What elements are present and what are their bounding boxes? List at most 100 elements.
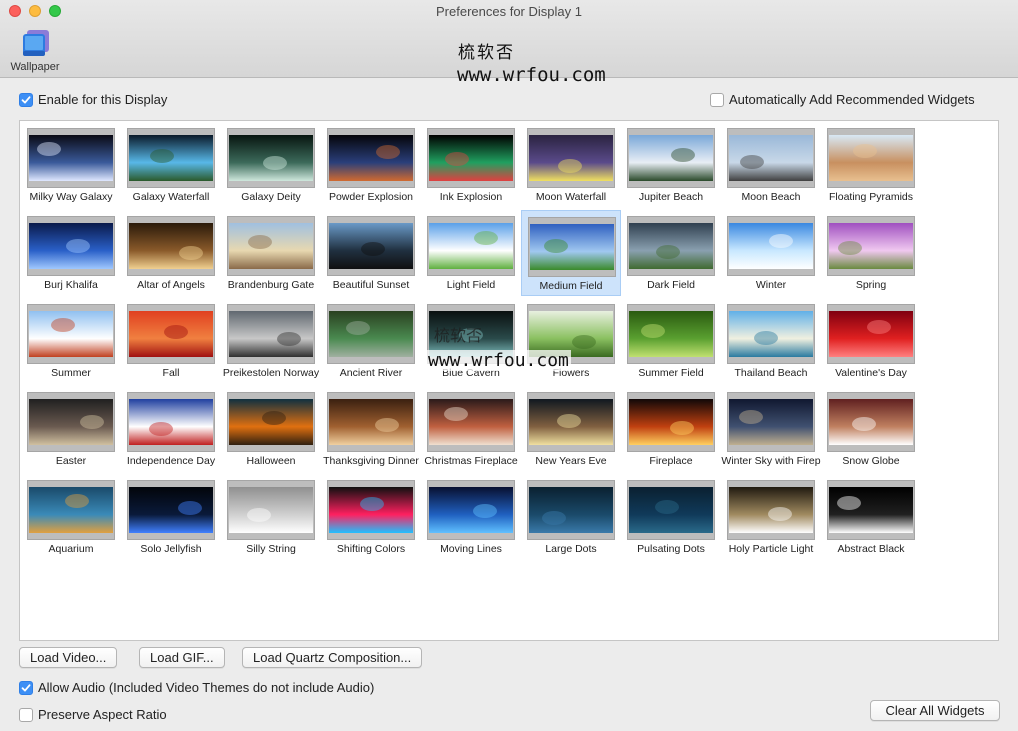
toolbar-wallpaper-tab[interactable]: Wallpaper bbox=[6, 26, 64, 74]
wallpaper-tile-label: New Years Eve bbox=[535, 455, 607, 467]
wallpaper-tile[interactable]: Fall bbox=[121, 298, 221, 384]
preserve-aspect-checkbox[interactable] bbox=[19, 707, 33, 722]
wallpaper-tile[interactable]: Valentine's Day bbox=[821, 298, 921, 384]
wallpaper-tile-label: Ink Explosion bbox=[439, 191, 503, 203]
wallpaper-tile[interactable]: Preikestolen Norway bbox=[221, 298, 321, 384]
wallpaper-thumbnail bbox=[227, 216, 315, 276]
wallpaper-tile[interactable]: Winter bbox=[721, 210, 821, 296]
wallpaper-thumbnail bbox=[127, 392, 215, 452]
wallpaper-thumbnail bbox=[227, 128, 315, 188]
clear-all-widgets-button[interactable]: Clear All Widgets bbox=[870, 700, 1000, 721]
wallpaper-tile[interactable]: Solo Jellyfish bbox=[121, 474, 221, 560]
wallpaper-tile[interactable]: Moving Lines bbox=[421, 474, 521, 560]
wallpaper-gallery: Milky Way Galaxy Galaxy Waterfall Galaxy D… bbox=[19, 120, 999, 641]
wallpaper-tile[interactable]: Dark Field bbox=[621, 210, 721, 296]
wallpaper-tile-label: Galaxy Deity bbox=[241, 191, 301, 203]
wallpaper-tile[interactable]: Snow Globe bbox=[821, 386, 921, 472]
allow-audio-checkbox-row[interactable]: Allow Audio (Included Video Themes do no… bbox=[19, 680, 374, 695]
wallpaper-thumbnail bbox=[127, 304, 215, 364]
wallpaper-tile[interactable]: Thailand Beach bbox=[721, 298, 821, 384]
wallpaper-tile[interactable]: Shifting Colors bbox=[321, 474, 421, 560]
thumbnail-image bbox=[229, 223, 313, 269]
wallpaper-thumbnail bbox=[827, 128, 915, 188]
wallpaper-thumbnail bbox=[27, 480, 115, 540]
wallpaper-tile[interactable]: Medium Field bbox=[521, 210, 621, 296]
wallpaper-tile[interactable]: Summer bbox=[21, 298, 121, 384]
wallpaper-tile-label: Powder Explosion bbox=[328, 191, 414, 203]
preserve-aspect-checkbox-row[interactable]: Preserve Aspect Ratio bbox=[19, 707, 167, 722]
wallpaper-thumbnail bbox=[327, 304, 415, 364]
load-video-button[interactable]: Load Video... bbox=[19, 647, 118, 668]
wallpaper-tile[interactable]: Beautiful Sunset bbox=[321, 210, 421, 296]
auto-widgets-checkbox[interactable] bbox=[710, 92, 724, 107]
wallpaper-tile[interactable]: Jupiter Beach bbox=[621, 122, 721, 208]
wallpaper-tile-label: Christmas Fireplace bbox=[424, 455, 518, 467]
wallpaper-tile-label: Pulsating Dots bbox=[637, 543, 705, 555]
thumbnail-image bbox=[329, 223, 413, 269]
wallpaper-tile-label: Abstract Black bbox=[837, 543, 905, 555]
thumbnail-image bbox=[429, 487, 513, 533]
wallpaper-tile[interactable]: Winter Sky with Firep bbox=[721, 386, 821, 472]
enable-display-checkbox-row[interactable]: Enable for this Display bbox=[19, 92, 167, 107]
wallpaper-tile[interactable]: Ancient River bbox=[321, 298, 421, 384]
wallpaper-tile[interactable]: Pulsating Dots bbox=[621, 474, 721, 560]
wallpaper-tile[interactable]: Halloween bbox=[221, 386, 321, 472]
wallpaper-tile[interactable]: Holy Particle Light bbox=[721, 474, 821, 560]
wallpaper-tile[interactable]: New Years Eve bbox=[521, 386, 621, 472]
wallpaper-tile-label: Ancient River bbox=[339, 367, 403, 379]
wallpaper-tile[interactable]: Altar of Angels bbox=[121, 210, 221, 296]
auto-widgets-checkbox-row[interactable]: Automatically Add Recommended Widgets bbox=[710, 92, 975, 107]
wallpaper-tile[interactable]: Easter bbox=[21, 386, 121, 472]
thumbnail-image bbox=[829, 487, 913, 533]
wallpaper-tile[interactable]: Spring bbox=[821, 210, 921, 296]
allow-audio-checkbox[interactable] bbox=[19, 680, 33, 695]
checkmark-icon bbox=[21, 683, 31, 691]
wallpaper-tile[interactable]: Abstract Black bbox=[821, 474, 921, 560]
wallpaper-thumbnail bbox=[27, 128, 115, 188]
wallpaper-tile[interactable]: Fireplace bbox=[621, 386, 721, 472]
load-gif-button[interactable]: Load GIF... bbox=[139, 647, 225, 668]
wallpaper-tile-label: Snow Globe bbox=[842, 455, 900, 467]
thumbnail-image bbox=[629, 223, 713, 269]
titlebar: Preferences for Display 1 Wallpaper 梳软否 … bbox=[0, 0, 1018, 86]
thumbnail-image bbox=[429, 135, 513, 181]
thumbnail-image bbox=[329, 399, 413, 445]
wallpaper-tile[interactable]: Summer Field bbox=[621, 298, 721, 384]
thumbnail-image bbox=[29, 399, 113, 445]
wallpaper-thumbnail bbox=[27, 216, 115, 276]
enable-display-checkbox[interactable] bbox=[19, 92, 33, 107]
thumbnail-image bbox=[229, 311, 313, 357]
wallpaper-tile[interactable]: Burj Khalifa bbox=[21, 210, 121, 296]
wallpaper-tile[interactable]: Christmas Fireplace bbox=[421, 386, 521, 472]
wallpaper-tile[interactable]: Light Field bbox=[421, 210, 521, 296]
wallpaper-tile[interactable]: Brandenburg Gate bbox=[221, 210, 321, 296]
wallpaper-thumbnail bbox=[528, 217, 616, 277]
allow-audio-label: Allow Audio (Included Video Themes do no… bbox=[38, 680, 375, 695]
wallpaper-tile[interactable]: Moon Waterfall bbox=[521, 122, 621, 208]
wallpaper-tile[interactable]: Silly String bbox=[221, 474, 321, 560]
wallpaper-thumbnail bbox=[127, 216, 215, 276]
thumbnail-image bbox=[29, 487, 113, 533]
wallpaper-tile[interactable]: Galaxy Waterfall bbox=[121, 122, 221, 208]
wallpaper-tile[interactable]: Galaxy Deity bbox=[221, 122, 321, 208]
thumbnail-image bbox=[629, 135, 713, 181]
thumbnail-image bbox=[729, 135, 813, 181]
wallpaper-thumbnail bbox=[227, 480, 315, 540]
wallpaper-thumbnail bbox=[327, 392, 415, 452]
load-quartz-button[interactable]: Load Quartz Composition... bbox=[242, 647, 423, 668]
wallpaper-tile[interactable]: Powder Explosion bbox=[321, 122, 421, 208]
wallpaper-tile[interactable]: Aquarium bbox=[21, 474, 121, 560]
wallpaper-thumbnail bbox=[327, 216, 415, 276]
wallpaper-tile[interactable]: Flowers bbox=[521, 298, 621, 384]
wallpaper-tile[interactable]: Moon Beach bbox=[721, 122, 821, 208]
thumbnail-image bbox=[529, 399, 613, 445]
wallpaper-tile[interactable]: Large Dots bbox=[521, 474, 621, 560]
wallpaper-tile[interactable]: Ink Explosion bbox=[421, 122, 521, 208]
wallpaper-tile[interactable]: Independence Day bbox=[121, 386, 221, 472]
wallpaper-tile[interactable]: Milky Way Galaxy bbox=[21, 122, 121, 208]
wallpaper-tile[interactable]: Thanksgiving Dinner bbox=[321, 386, 421, 472]
wallpaper-tile-label: Large Dots bbox=[545, 543, 597, 555]
wallpaper-tile-label: Winter Sky with Firep bbox=[721, 455, 821, 467]
wallpaper-tile[interactable]: Floating Pyramids bbox=[821, 122, 921, 208]
thumbnail-image bbox=[129, 311, 213, 357]
